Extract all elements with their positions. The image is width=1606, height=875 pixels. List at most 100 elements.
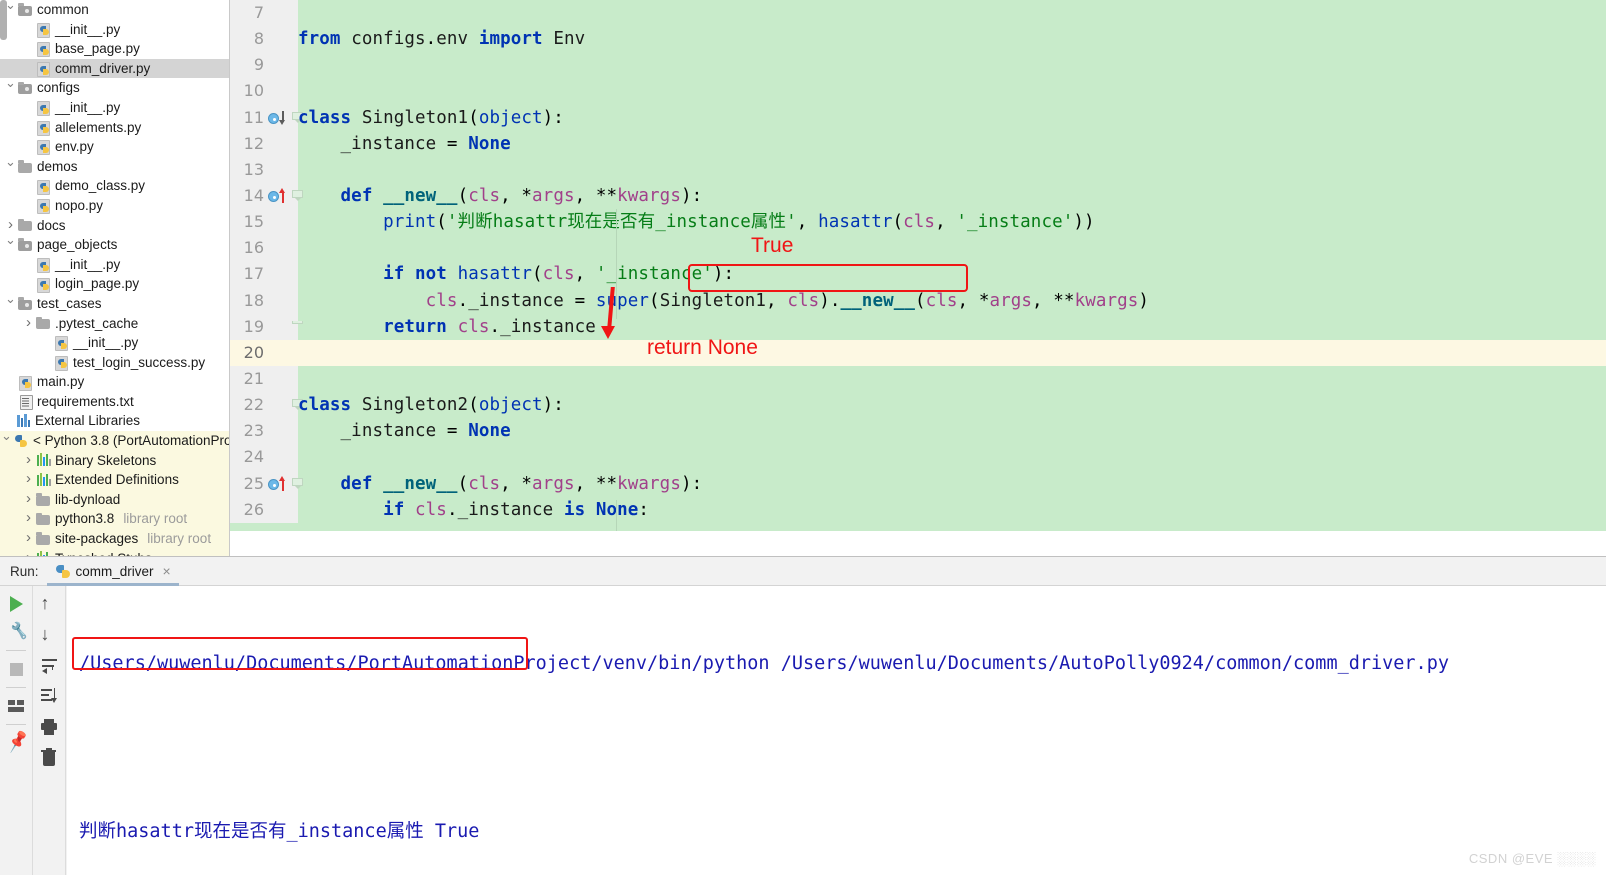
- editor-gutter[interactable]: 25: [230, 470, 303, 497]
- code-line[interactable]: 19 return cls._instance: [230, 313, 1606, 340]
- editor-gutter[interactable]: 8: [230, 26, 298, 53]
- editor-gutter[interactable]: 24: [230, 444, 298, 471]
- editor-gutter[interactable]: 14: [230, 182, 303, 210]
- code-line[interactable]: 7: [230, 0, 1606, 27]
- chevron-right-icon[interactable]: [22, 548, 35, 556]
- chevron-down-icon[interactable]: [4, 293, 17, 315]
- tree-row[interactable]: main.py: [0, 372, 229, 392]
- tree-row[interactable]: comm_driver.py: [0, 58, 229, 79]
- tree-row[interactable]: External Libraries: [0, 411, 229, 431]
- code-line[interactable]: 17 if not hasattr(cls, '_instance'):: [230, 261, 1606, 288]
- editor-gutter[interactable]: 11: [230, 104, 303, 131]
- pin-tab-button[interactable]: 📌: [5, 731, 30, 754]
- tree-row[interactable]: __init__.py: [0, 20, 229, 40]
- scroll-to-end-icon[interactable]: [39, 685, 61, 707]
- editor-gutter[interactable]: 7: [230, 0, 298, 27]
- trash-icon[interactable]: [39, 747, 61, 769]
- editor-gutter[interactable]: 18: [230, 287, 298, 314]
- code-editor[interactable]: 7 8 from configs.env import Env 9 10 11 class …: [230, 0, 1606, 531]
- tree-row[interactable]: demos: [0, 157, 229, 177]
- tree-row[interactable]: __init__.py: [0, 98, 229, 118]
- tree-row[interactable]: test_cases: [0, 294, 229, 314]
- code-line[interactable]: 18 cls._instance = super(Singleton1, cls…: [230, 287, 1606, 314]
- editor-gutter[interactable]: 16: [230, 235, 298, 262]
- editor-gutter[interactable]: 26: [230, 496, 298, 523]
- editor-gutter[interactable]: 19: [230, 313, 303, 340]
- stop-button[interactable]: [5, 658, 27, 680]
- chevron-down-icon[interactable]: [4, 77, 17, 99]
- arrow-down-icon[interactable]: ↓: [39, 623, 61, 645]
- chevron-right-icon[interactable]: [22, 450, 35, 472]
- editor-gutter[interactable]: 10: [230, 78, 298, 105]
- tree-row[interactable]: __init__.py: [0, 333, 229, 353]
- tree-row[interactable]: lib-dynload: [0, 489, 229, 511]
- code-line[interactable]: 16: [230, 235, 1606, 262]
- run-tab-comm-driver[interactable]: comm_driver ×: [46, 557, 179, 586]
- tree-row[interactable]: test_login_success.py: [0, 353, 229, 373]
- run-toolbar-secondary[interactable]: ↑ ↓: [34, 586, 66, 875]
- code-line[interactable]: 21: [230, 365, 1606, 393]
- editor-gutter[interactable]: 23: [230, 418, 298, 445]
- code-line[interactable]: 26 if cls._instance is None:: [230, 496, 1606, 523]
- tree-row[interactable]: env.py: [0, 137, 229, 157]
- tree-row[interactable]: docs: [0, 216, 229, 236]
- editor-gutter[interactable]: 21: [230, 365, 298, 393]
- tree-row[interactable]: requirements.txt: [0, 392, 229, 412]
- editor-gutter[interactable]: 12: [230, 130, 298, 157]
- project-tree-scrollbar[interactable]: [0, 0, 7, 40]
- editor-gutter[interactable]: 22: [230, 392, 303, 419]
- code-line[interactable]: 8 from configs.env import Env: [230, 26, 1606, 53]
- tree-row[interactable]: configs: [0, 78, 229, 98]
- code-line[interactable]: 9: [230, 52, 1606, 79]
- code-line[interactable]: 15 print('判断hasattr现在是否有_instance属性', ha…: [230, 209, 1606, 236]
- print-icon[interactable]: [39, 716, 61, 738]
- tree-row[interactable]: < Python 3.8 (PortAutomationPro: [0, 431, 229, 451]
- tree-row[interactable]: demo_class.py: [0, 176, 229, 196]
- code-line[interactable]: 24: [230, 444, 1606, 471]
- code-line[interactable]: 20: [230, 339, 1606, 366]
- editor-gutter[interactable]: 9: [230, 52, 298, 79]
- chevron-down-icon[interactable]: [4, 156, 17, 178]
- arrow-up-icon[interactable]: ↑: [39, 592, 61, 614]
- editor-gutter[interactable]: 17: [230, 261, 298, 288]
- chevron-down-icon[interactable]: [0, 430, 13, 452]
- tree-row[interactable]: site-packages library root: [0, 529, 229, 549]
- chevron-right-icon[interactable]: [22, 528, 35, 550]
- tree-row[interactable]: .pytest_cache: [0, 314, 229, 334]
- tree-row[interactable]: __init__.py: [0, 255, 229, 275]
- code-line[interactable]: 23 _instance = None: [230, 418, 1606, 445]
- editor-gutter[interactable]: 20: [230, 339, 298, 366]
- code-line[interactable]: 22 class Singleton2(object):: [230, 392, 1606, 419]
- tree-row[interactable]: python3.8 library root: [0, 508, 229, 530]
- chevron-right-icon[interactable]: [22, 313, 35, 335]
- project-tool-window[interactable]: common __init__.py base_page.py comm_driver…: [0, 0, 230, 556]
- tree-row[interactable]: Extended Definitions: [0, 470, 229, 490]
- chevron-right-icon[interactable]: [22, 469, 35, 491]
- code-line[interactable]: 25 def __new__(cls, *args, **kwargs):: [230, 470, 1606, 497]
- code-line[interactable]: 13: [230, 156, 1606, 183]
- code-line[interactable]: 10: [230, 78, 1606, 105]
- tree-row[interactable]: Typeshed Stubs: [0, 548, 229, 556]
- tree-row[interactable]: common: [0, 0, 229, 20]
- layout-settings-button[interactable]: [5, 695, 27, 717]
- chevron-down-icon[interactable]: [4, 234, 17, 256]
- tree-row[interactable]: Binary Skeletons: [0, 450, 229, 472]
- tree-row[interactable]: login_page.py: [0, 274, 229, 294]
- editor-gutter[interactable]: 15: [230, 209, 298, 236]
- tree-row[interactable]: allelements.py: [0, 118, 229, 138]
- editor-gutter[interactable]: 13: [230, 156, 298, 183]
- code-line[interactable]: 11 class Singleton1(object):: [230, 104, 1606, 131]
- tree-row[interactable]: page_objects: [0, 235, 229, 255]
- edit-configurations-button[interactable]: 🔧: [5, 621, 28, 643]
- console-output[interactable]: /Users/wuwenlu/Documents/PortAutomationP…: [67, 586, 1606, 875]
- run-toolbar-primary[interactable]: 🔧 📌: [0, 586, 33, 875]
- tree-row[interactable]: base_page.py: [0, 39, 229, 59]
- code-line[interactable]: 12 _instance = None: [230, 130, 1606, 157]
- soft-wrap-icon[interactable]: [39, 654, 61, 676]
- code-line[interactable]: 14 def __new__(cls, *args, **kwargs):: [230, 182, 1606, 210]
- rerun-button[interactable]: [5, 592, 27, 614]
- tree-row[interactable]: nopo.py: [0, 196, 229, 216]
- chevron-right-icon[interactable]: [22, 508, 35, 530]
- close-icon[interactable]: ×: [159, 563, 171, 579]
- chevron-right-icon[interactable]: [22, 489, 35, 511]
